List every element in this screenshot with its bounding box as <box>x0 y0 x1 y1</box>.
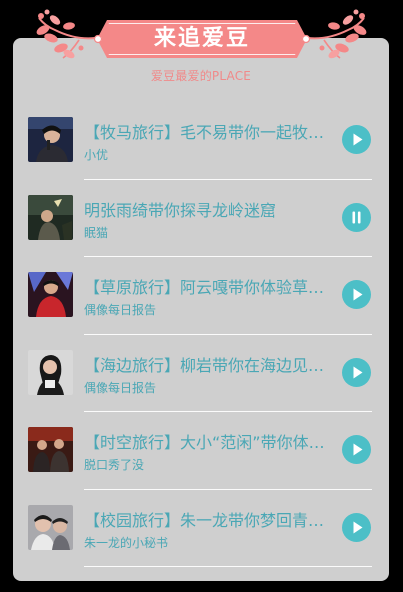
page-subtitle: 爱豆最爱的PLACE <box>150 69 252 83</box>
play-button[interactable] <box>342 125 371 154</box>
play-icon <box>353 133 363 146</box>
episode-title: 【牧马旅行】毛不易带你一起牧马去 <box>84 123 336 142</box>
play-icon <box>353 443 363 456</box>
page-title: 来追爱豆 <box>153 26 250 51</box>
thumbnail-image <box>28 117 73 162</box>
ornament-dot-icon <box>301 34 311 44</box>
banner-title-box: 来追爱豆 <box>97 20 307 58</box>
list-item[interactable]: 【草原旅行】阿云嘎带你体验草原风情 偶像每日报告 <box>13 257 389 335</box>
playlist-card: 爱豆最爱的PLACE 【牧马旅行】毛不易带你一起牧马去 小优 明张雨绮带你探寻龙… <box>13 38 389 581</box>
episode-author: 偶像每日报告 <box>84 380 157 395</box>
flower-branch-left-icon <box>36 9 96 59</box>
episode-title: 【时空旅行】大小“范闲”带你体验时空穿越 <box>84 433 336 452</box>
play-button[interactable] <box>342 435 371 464</box>
thumbnail-image <box>28 272 73 317</box>
list-item[interactable]: 【校园旅行】朱一龙带你梦回青春校园 朱一龙的小秘书 <box>13 490 389 567</box>
play-icon <box>353 288 363 301</box>
episode-title: 【海边旅行】柳岩带你在海边见证浪漫 <box>84 355 336 375</box>
play-icon <box>353 366 363 378</box>
thumbnail-image <box>28 427 73 472</box>
thumbnail-image <box>28 349 73 395</box>
episode-author: 脱口秀了没 <box>84 458 145 472</box>
thumbnail-image <box>28 504 73 550</box>
list-item[interactable]: 明张雨绮带你探寻龙岭迷窟 眠猫 <box>13 180 389 257</box>
flower-branch-right-icon <box>307 9 367 59</box>
episode-title: 明张雨绮带你探寻龙岭迷窟 <box>84 200 277 220</box>
episode-author: 朱一龙的小秘书 <box>84 535 169 550</box>
pause-button[interactable] <box>342 202 371 232</box>
app-screen: 爱豆最爱的PLACE 【牧马旅行】毛不易带你一起牧马去 小优 明张雨绮带你探寻龙… <box>0 0 403 592</box>
thumbnail-image <box>28 194 73 240</box>
episode-author: 小优 <box>84 148 109 162</box>
list-item[interactable]: 【牧马旅行】毛不易带你一起牧马去 小优 <box>13 102 389 180</box>
list-item[interactable]: 【时空旅行】大小“范闲”带你体验时空穿越 脱口秀了没 <box>13 412 389 490</box>
episode-list: 【牧马旅行】毛不易带你一起牧马去 小优 明张雨绮带你探寻龙岭迷窟 眠猫 【草原旅… <box>13 102 389 567</box>
episode-author: 眠猫 <box>84 225 109 240</box>
ornament-dot-icon <box>93 34 103 44</box>
play-icon <box>353 521 363 533</box>
episode-title: 【校园旅行】朱一龙带你梦回青春校园 <box>84 510 336 530</box>
divider <box>84 566 372 567</box>
play-button[interactable] <box>342 357 371 387</box>
play-button[interactable] <box>342 512 371 542</box>
play-button[interactable] <box>342 280 371 309</box>
episode-author: 偶像每日报告 <box>84 303 157 317</box>
list-item[interactable]: 【海边旅行】柳岩带你在海边见证浪漫 偶像每日报告 <box>13 335 389 412</box>
header-banner: 来追爱豆 <box>35 8 368 68</box>
episode-title: 【草原旅行】阿云嘎带你体验草原风情 <box>84 278 336 297</box>
pause-icon <box>352 211 361 223</box>
